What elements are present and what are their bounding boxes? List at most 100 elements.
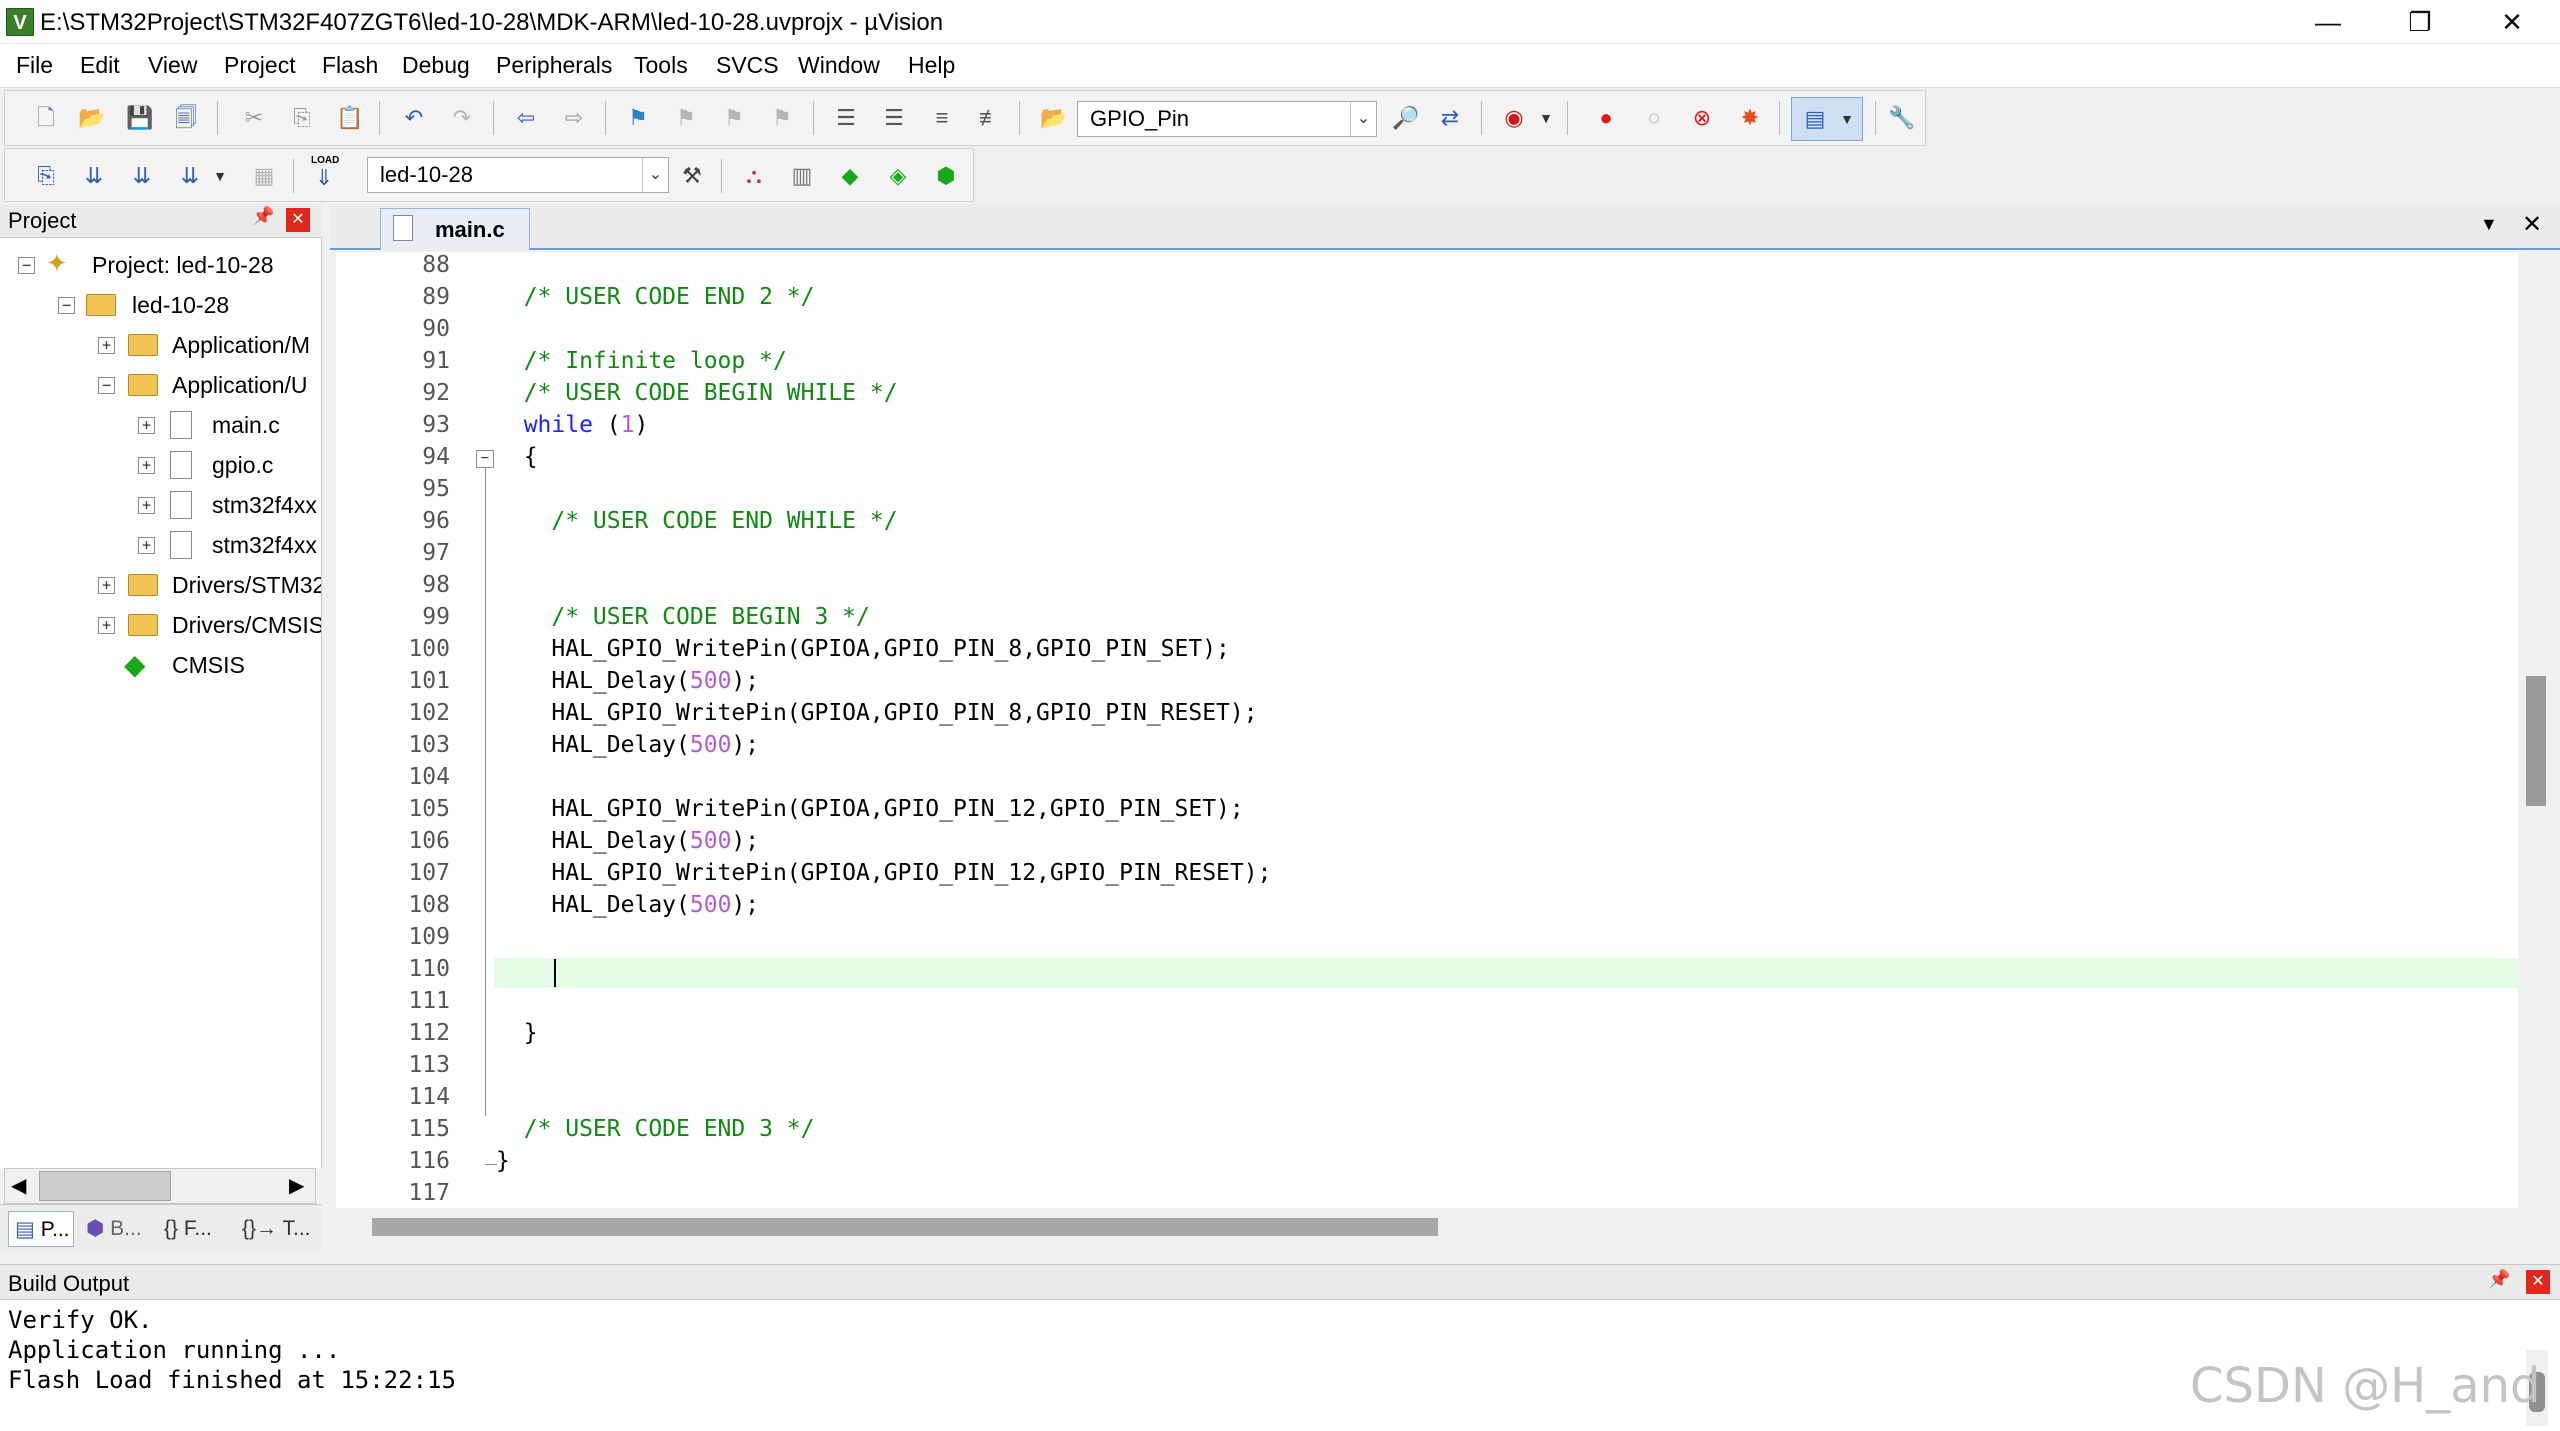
disable-all-breakpoints-icon[interactable]: ⊗ bbox=[1687, 103, 1717, 133]
code-area[interactable]: /* USER CODE END 2 */ /* Infinite loop *… bbox=[336, 252, 2518, 1208]
configure-icon[interactable]: 🔧 bbox=[1887, 103, 1917, 133]
menu-tools[interactable]: Tools bbox=[634, 52, 688, 79]
tree-item-group[interactable]: + Drivers/STM32 bbox=[0, 568, 321, 604]
menu-flash[interactable]: Flash bbox=[322, 52, 378, 79]
indent-icon[interactable]: ☰ bbox=[831, 103, 861, 133]
menu-help[interactable]: Help bbox=[908, 52, 955, 79]
scroll-left-icon[interactable]: ◀ bbox=[11, 1173, 26, 1198]
tree-item-file[interactable]: + stm32f4xx bbox=[0, 488, 320, 524]
build-output-panel[interactable]: Verify OK. Application running ... Flash… bbox=[0, 1300, 2560, 1431]
menu-debug[interactable]: Debug bbox=[402, 52, 470, 79]
expand-icon[interactable]: + bbox=[98, 577, 115, 594]
select-software-packs-icon[interactable]: ◈ bbox=[883, 161, 913, 191]
debug-session-icon[interactable]: ◉ bbox=[1499, 103, 1529, 133]
kill-all-breakpoints-icon[interactable]: ✸ bbox=[1735, 103, 1765, 133]
cut-icon[interactable]: ✂ bbox=[239, 103, 269, 133]
tab-books[interactable]: ⬢ B... bbox=[82, 1211, 152, 1247]
incremental-find-icon[interactable]: 🔎 bbox=[1391, 103, 1421, 133]
minimize-button[interactable]: — bbox=[2282, 0, 2374, 44]
expand-icon[interactable]: + bbox=[138, 417, 155, 434]
target-options-icon[interactable]: ⚒ bbox=[677, 161, 707, 191]
menu-view[interactable]: View bbox=[148, 52, 197, 79]
manage-project-items-icon[interactable]: ⛬ bbox=[739, 161, 769, 191]
rebuild-icon[interactable]: ⇊ bbox=[127, 161, 157, 191]
navigate-back-icon[interactable]: ⇦ bbox=[511, 103, 541, 133]
open-file-icon[interactable]: 📂 bbox=[77, 103, 107, 133]
next-bookmark-icon[interactable]: ⚑ bbox=[719, 103, 749, 133]
collapse-icon[interactable]: − bbox=[58, 297, 75, 314]
tree-item-target[interactable]: − led-10-28 bbox=[0, 288, 320, 324]
tab-functions[interactable]: {} F... bbox=[160, 1211, 236, 1247]
maximize-button[interactable]: ❐ bbox=[2374, 0, 2466, 44]
window-layout-button[interactable]: ▤ ▼ bbox=[1791, 97, 1863, 141]
chevron-down-icon[interactable]: ⌄ bbox=[642, 158, 668, 192]
previous-bookmark-icon[interactable]: ⚑ bbox=[671, 103, 701, 133]
build-icon[interactable]: ⇊ bbox=[79, 161, 109, 191]
tree-item-group[interactable]: − Application/U bbox=[0, 368, 320, 404]
pack-installer-icon[interactable]: ⬢ bbox=[931, 161, 961, 191]
code-editor[interactable]: 88 89 90 91 92 93 94 95 96 97 98 99 100 101 102 103 104 1… bbox=[336, 252, 2518, 1208]
chevron-down-icon[interactable]: ▼ bbox=[1531, 103, 1561, 133]
paste-icon[interactable]: 📋 bbox=[335, 103, 365, 133]
find-replace-icon[interactable]: ⇄ bbox=[1435, 103, 1465, 133]
uncomment-selection-icon[interactable]: ≢ bbox=[975, 103, 1005, 133]
fold-collapse-icon[interactable]: − bbox=[476, 450, 494, 468]
tree-item-file[interactable]: + stm32f4xx bbox=[0, 528, 320, 564]
expand-icon[interactable]: + bbox=[138, 497, 155, 514]
project-hscrollbar[interactable]: ◀ ▶ bbox=[4, 1168, 316, 1204]
enable-breakpoint-icon[interactable]: ○ bbox=[1639, 103, 1669, 133]
unindent-icon[interactable]: ☰ bbox=[879, 103, 909, 133]
collapse-icon[interactable]: − bbox=[18, 257, 35, 274]
tree-item-file[interactable]: + gpio.c bbox=[0, 448, 320, 484]
tab-templates[interactable]: {}→ T... bbox=[238, 1211, 318, 1247]
scroll-right-icon[interactable]: ▶ bbox=[289, 1173, 304, 1198]
batch-build-icon[interactable]: ⇊ bbox=[175, 161, 205, 191]
chevron-down-icon[interactable]: ⌄ bbox=[1350, 102, 1376, 136]
expand-icon[interactable]: + bbox=[138, 537, 155, 554]
copy-icon[interactable]: ⎘ bbox=[287, 103, 317, 133]
menu-peripherals[interactable]: Peripherals bbox=[496, 52, 612, 79]
save-icon[interactable]: 💾 bbox=[125, 103, 155, 133]
stop-build-icon[interactable]: ▦ bbox=[249, 161, 279, 191]
chevron-down-icon[interactable]: ▼ bbox=[205, 161, 235, 191]
navigate-forward-icon[interactable]: ⇨ bbox=[559, 103, 589, 133]
tab-project[interactable]: ▤ P... bbox=[8, 1211, 74, 1247]
expand-icon[interactable]: + bbox=[98, 617, 115, 634]
tree-item-file[interactable]: + main.c bbox=[0, 408, 320, 444]
menu-svcs[interactable]: SVCS bbox=[716, 52, 779, 79]
manage-runtime-environment-icon[interactable]: ◆ bbox=[835, 161, 865, 191]
translate-icon[interactable]: ⎘ bbox=[31, 161, 61, 191]
redo-icon[interactable]: ↷ bbox=[447, 103, 477, 133]
find-combo[interactable]: GPIO_Pin ⌄ bbox=[1077, 101, 1377, 137]
tree-item-component[interactable]: ◆ CMSIS bbox=[0, 648, 320, 684]
comment-selection-icon[interactable]: ≡ bbox=[927, 103, 957, 133]
pin-icon[interactable]: 📌 bbox=[2488, 1269, 2510, 1290]
clear-bookmarks-icon[interactable]: ⚑ bbox=[767, 103, 797, 133]
close-icon[interactable]: ✕ bbox=[286, 208, 310, 232]
scrollbar-thumb[interactable] bbox=[39, 1171, 171, 1201]
target-combo[interactable]: led-10-28 ⌄ bbox=[367, 157, 669, 193]
menu-project[interactable]: Project bbox=[224, 52, 296, 79]
expand-icon[interactable]: + bbox=[138, 457, 155, 474]
tree-item-group[interactable]: + Application/M bbox=[0, 328, 320, 364]
manage-multi-project-icon[interactable]: ▥ bbox=[787, 161, 817, 191]
tab-list-dropdown-icon[interactable]: ▼ bbox=[2480, 214, 2498, 235]
expand-icon[interactable]: + bbox=[98, 337, 115, 354]
hscroll-thumb[interactable] bbox=[372, 1218, 1438, 1236]
insert-breakpoint-icon[interactable]: ● bbox=[1591, 103, 1621, 133]
tab-main-c[interactable]: main.c bbox=[380, 208, 530, 250]
save-all-icon[interactable]: 🗐 bbox=[171, 103, 201, 133]
pin-icon[interactable]: 📌 bbox=[252, 206, 274, 227]
close-document-icon[interactable]: ✕ bbox=[2522, 210, 2542, 239]
close-icon[interactable]: ✕ bbox=[2526, 1270, 2550, 1294]
tree-item-group[interactable]: + Drivers/CMSIS bbox=[0, 608, 321, 644]
menu-window[interactable]: Window bbox=[798, 52, 880, 79]
vscroll-thumb[interactable] bbox=[2526, 676, 2546, 806]
menu-file[interactable]: File bbox=[16, 52, 53, 79]
menu-edit[interactable]: Edit bbox=[80, 52, 120, 79]
find-in-files-icon[interactable]: 📂 bbox=[1039, 103, 1069, 133]
undo-icon[interactable]: ↶ bbox=[399, 103, 429, 133]
close-button[interactable]: ✕ bbox=[2466, 0, 2558, 44]
download-button[interactable]: LOAD ⇓ bbox=[311, 155, 347, 195]
insert-bookmark-icon[interactable]: ⚑ bbox=[623, 103, 653, 133]
